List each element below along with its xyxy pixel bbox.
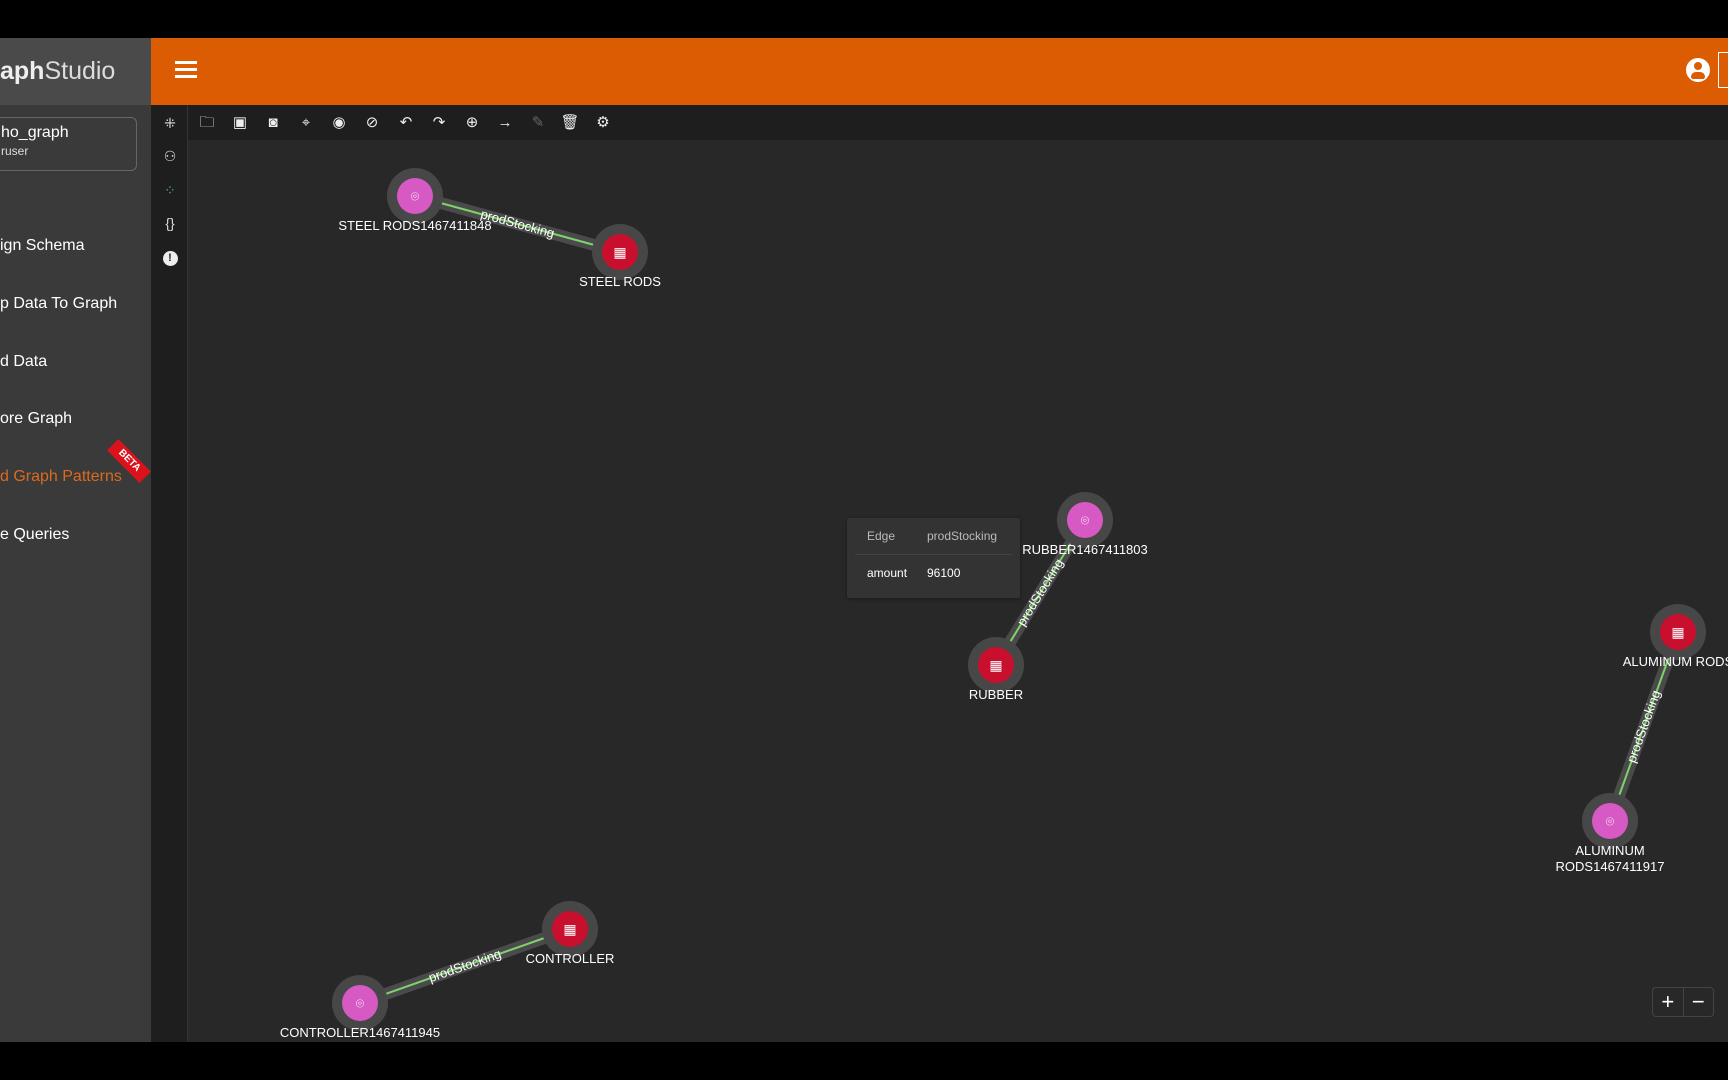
header [151, 38, 1728, 105]
edit-icon[interactable]: ✎ [528, 113, 548, 133]
graph-node[interactable]: ▦ CONTROLLER [526, 901, 615, 966]
project-name: ho_graph [1, 124, 69, 141]
graph-node[interactable]: ▦ RUBBER [968, 637, 1024, 702]
graph-node[interactable]: ⌾ RUBBER1467411803 [1022, 492, 1148, 557]
sidebar-item-load-data[interactable]: d Data [0, 353, 47, 371]
node-label: CONTROLLER1467411945 [280, 1025, 440, 1040]
hamburger-menu-icon[interactable] [175, 58, 197, 82]
sidebar: ho_graph ruser ign Schema p Data To Grap… [0, 105, 151, 1042]
node-label: RUBBER1467411803 [1022, 542, 1148, 557]
tooltip-header-value: prodStocking [927, 529, 998, 543]
node-label: ALUMINUM RODS [1623, 654, 1728, 669]
folder-open-icon[interactable]: 🗀 [197, 113, 217, 133]
redo-icon[interactable]: ↷ [429, 113, 449, 133]
product-box-icon: ▦ [563, 921, 576, 937]
graph-edge[interactable]: prodStocking [354, 923, 576, 1009]
edge-tooltip: Edge prodStocking amount 96100 [847, 518, 1020, 598]
warehouse-location-icon: ⌾ [1606, 813, 1615, 829]
schema-icon[interactable]: ⚇ [161, 147, 179, 165]
edge-label: prodStocking [1014, 556, 1066, 629]
zoom-controls: + − [1652, 987, 1714, 1017]
edge-label: prodStocking [427, 946, 504, 985]
node-label: ALUMINUM [1575, 843, 1644, 858]
settings-icon[interactable]: ⚙ [593, 113, 613, 133]
logo: aph Studio [0, 38, 151, 105]
delete-icon[interactable]: 🗑 [560, 113, 580, 133]
header-button[interactable] [1718, 52, 1728, 88]
sidebar-item-explore-graph[interactable]: ore Graph [0, 410, 72, 428]
project-user: ruser [1, 144, 29, 158]
sidebar-item-map-data[interactable]: p Data To Graph [0, 295, 117, 313]
tooltip-header-key: Edge [867, 529, 896, 543]
logo-bold: aph [0, 57, 45, 85]
locate-icon[interactable]: ⌖ [296, 113, 316, 133]
node-label: STEEL RODS1467411848 [338, 218, 491, 233]
graph-dots-icon[interactable]: ⁘ [161, 181, 179, 199]
product-box-icon: ▦ [613, 244, 626, 260]
tooltip-attr-key: amount [867, 565, 908, 580]
save-icon[interactable]: ▣ [230, 113, 250, 133]
node-label: CONTROLLER [526, 951, 615, 966]
sidebar-item-write-queries[interactable]: e Queries [0, 526, 69, 544]
user-account-icon[interactable] [1686, 58, 1710, 82]
app: aph Studio ho_graph ruser ign Schema p Da… [0, 38, 1728, 1042]
icon-column: ⁜ ⚇ ⁘ {} ! [151, 105, 188, 1042]
warehouse-location-icon: ⌾ [356, 995, 365, 1011]
show-icon[interactable]: ◉ [329, 113, 349, 133]
node-label: STEEL RODS [579, 274, 661, 289]
sidebar-item-design-schema[interactable]: ign Schema [0, 237, 85, 255]
toolbar: 🗀 ▣ ◙ ⌖ ◉ ⊘ ↶ ↷ ⊕ → ✎ 🗑 ⚙ [188, 105, 1728, 140]
product-box-icon: ▦ [989, 657, 1002, 673]
sidebar-item-build-graph-patterns[interactable]: d Graph Patterns [0, 468, 122, 486]
graph-node[interactable]: ▦ ALUMINUM RODS [1623, 604, 1728, 669]
camera-icon[interactable]: ◙ [263, 113, 283, 133]
node-label: RUBBER [969, 687, 1023, 702]
product-box-icon: ▦ [1671, 624, 1684, 640]
zoom-in-button[interactable]: + [1653, 988, 1683, 1016]
add-edge-icon[interactable]: → [495, 113, 515, 133]
warehouse-location-icon: ⌾ [1081, 512, 1090, 528]
logo-light: Studio [44, 57, 116, 85]
add-node-icon[interactable]: ⊕ [462, 113, 482, 133]
collapse-icon[interactable]: ⁜ [161, 114, 179, 132]
graph-node[interactable]: ⌾ ALUMINUMRODS1467411917 [1556, 793, 1665, 874]
node-label: RODS1467411917 [1556, 859, 1665, 874]
graph-node[interactable]: ⌾ STEEL RODS1467411848 [338, 168, 492, 233]
hide-icon[interactable]: ⊘ [362, 113, 382, 133]
project-card[interactable]: ho_graph ruser [0, 117, 137, 171]
warehouse-location-icon: ⌾ [411, 188, 420, 204]
tooltip-attr-value: 96100 [927, 565, 961, 580]
zoom-out-button[interactable]: − [1682, 988, 1714, 1016]
edge-label: prodStocking [1624, 688, 1664, 764]
json-braces-icon[interactable]: {} [161, 214, 179, 232]
undo-icon[interactable]: ↶ [396, 113, 416, 133]
graph-node[interactable]: ▦ STEEL RODS [579, 224, 661, 289]
info-icon[interactable]: ! [161, 247, 179, 266]
